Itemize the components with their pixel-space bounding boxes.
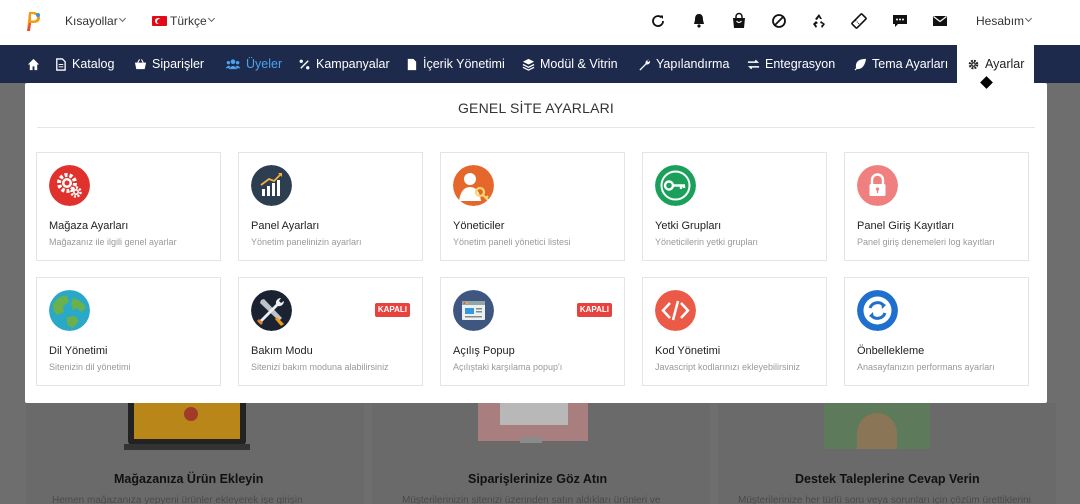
- card-description: Mağazanız ile ilgili genel ayarlar: [49, 237, 177, 247]
- background-card-desc: Hemen mağazanıza yepyeni ürünler ekleyer…: [52, 495, 303, 504]
- nav-theme-settings[interactable]: Tema Ayarları: [854, 45, 948, 83]
- card-description: Yönetim panelinizin ayarları: [251, 237, 362, 247]
- card-description: Panel giriş denemeleri log kayıtları: [857, 237, 995, 247]
- nav-settings[interactable]: Ayarlar: [957, 45, 1035, 83]
- card-description: Sitenizin dil yönetimi: [49, 362, 131, 372]
- settings-card-permission-groups[interactable]: Yetki Grupları Yöneticilerin yetki grupl…: [642, 152, 827, 261]
- nav-module-showcase[interactable]: Modül & Vitrin: [522, 45, 618, 83]
- card-description: Yöneticilerin yetki grupları: [655, 237, 759, 247]
- admin-key-icon: [453, 165, 494, 206]
- card-description: Javascript kodlarınızı ekleyebilirsiniz: [655, 362, 801, 372]
- card-title: Mağaza Ayarları: [49, 220, 129, 232]
- gear-icon: [968, 59, 979, 69]
- card-description: Anasayfanızın performans ayarları: [857, 362, 995, 372]
- recycle-icon[interactable]: [810, 12, 828, 30]
- nav-campaigns[interactable]: Kampanyalar: [298, 45, 390, 83]
- key-icon: [655, 165, 696, 206]
- settings-card-admins[interactable]: Yöneticiler Yönetim paneli yönetici list…: [440, 152, 625, 261]
- status-badge: KAPALI: [374, 303, 410, 317]
- lock-icon: [857, 165, 898, 206]
- account-menu[interactable]: Hesabım: [976, 14, 1024, 28]
- refresh-icon[interactable]: [649, 12, 667, 30]
- card-description: Sitenizi bakım moduna alabilirsiniz: [251, 362, 389, 372]
- chart-icon: [251, 165, 292, 206]
- chevron-down-icon: [1024, 14, 1033, 23]
- file-icon: [56, 57, 66, 71]
- settings-card-opening-popup[interactable]: KAPALI Açılış Popup Açılıştaki karşılama…: [440, 277, 625, 386]
- divider: [37, 127, 1035, 128]
- card-description: Açılıştaki karşılama popup'ı: [453, 362, 563, 372]
- card-description: Yönetim paneli yönetici listesi: [453, 237, 571, 247]
- settings-card-maintenance[interactable]: KAPALI Bakım Modu Sitenizi bakım moduna …: [238, 277, 423, 386]
- ban-icon[interactable]: [770, 12, 788, 30]
- card-title: Bakım Modu: [251, 345, 313, 357]
- nav-catalog[interactable]: Katalog: [54, 45, 114, 83]
- nav-members[interactable]: Üyeler: [225, 45, 282, 83]
- basket-icon: [134, 58, 147, 69]
- card-title: Panel Ayarları: [251, 220, 320, 232]
- brand-logo-icon[interactable]: [26, 10, 42, 32]
- globe-icon: [49, 290, 90, 331]
- general-settings-panel: GENEL SİTE AYARLARI Mağaza Ayarları Mağa…: [25, 83, 1047, 403]
- home-icon: [27, 58, 40, 70]
- bell-icon[interactable]: [690, 12, 708, 30]
- background-card-desc: Müşterilerinize her türlü soru veya soru…: [738, 495, 1031, 504]
- nav-integration[interactable]: Entegrasyon: [747, 45, 835, 83]
- exchange-icon: [747, 59, 760, 69]
- sync-icon: [857, 290, 898, 331]
- users-icon: [225, 58, 241, 69]
- background-card-desc: Müşterilerinizin sitenizi üzerinden satı…: [402, 495, 661, 504]
- background-card-title: Siparişlerinize Göz Atın: [468, 472, 608, 486]
- card-title: Yetki Grupları: [655, 220, 722, 232]
- nav-orders[interactable]: Siparişler: [134, 45, 204, 83]
- nav-configuration[interactable]: Yapılandırma: [638, 45, 729, 83]
- tools-icon: [251, 290, 292, 331]
- gears-icon: [49, 165, 90, 206]
- top-bar: Kısayollar Türkçe Hesabım: [0, 0, 1080, 45]
- leaf-icon: [854, 58, 867, 70]
- settings-card-code-management[interactable]: Kod Yönetimi Javascript kodlarınızı ekle…: [642, 277, 827, 386]
- ticket-icon[interactable]: [850, 12, 868, 30]
- code-icon: [655, 290, 696, 331]
- document-icon: [407, 58, 417, 70]
- panel-title: GENEL SİTE AYARLARI: [457, 100, 615, 116]
- settings-card-store[interactable]: Mağaza Ayarları Mağazanız ile ilgili gen…: [36, 152, 221, 261]
- card-title: Yöneticiler: [453, 220, 505, 232]
- settings-card-login-logs[interactable]: Panel Giriş Kayıtları Panel giriş deneme…: [844, 152, 1029, 261]
- nav-home[interactable]: [27, 45, 40, 83]
- language-selector[interactable]: Türkçe: [170, 14, 207, 28]
- card-title: Panel Giriş Kayıtları: [857, 220, 955, 232]
- chevron-down-icon: [207, 14, 216, 23]
- chat-icon[interactable]: [891, 12, 909, 30]
- layers-icon: [522, 58, 535, 71]
- main-navigation: Katalog Siparişler Üyeler Kampanyalar İç…: [0, 45, 1080, 83]
- status-badge: KAPALI: [576, 303, 612, 317]
- monitor-illustration: [128, 403, 246, 445]
- settings-card-language[interactable]: Dil Yönetimi Sitenizin dil yönetimi: [36, 277, 221, 386]
- support-illustration: [824, 403, 930, 449]
- turkish-flag-icon: [152, 16, 167, 26]
- background-card-title: Destek Taleplerine Cevap Verin: [795, 472, 980, 486]
- percent-icon: [299, 59, 310, 69]
- settings-card-caching[interactable]: Önbellekleme Anasayfanızın performans ay…: [844, 277, 1029, 386]
- wrench-icon: [639, 59, 651, 71]
- orders-illustration: [478, 403, 588, 441]
- mail-icon[interactable]: [931, 12, 949, 30]
- card-title: Dil Yönetimi: [49, 345, 108, 357]
- background-card-title: Mağazanıza Ürün Ekleyin: [114, 472, 264, 486]
- card-title: Açılış Popup: [453, 345, 515, 357]
- shortcuts-menu[interactable]: Kısayollar: [65, 14, 118, 28]
- shopping-bag-icon[interactable]: [730, 12, 748, 30]
- nav-content-management[interactable]: İçerik Yönetimi: [405, 45, 505, 83]
- chevron-down-icon: [118, 14, 127, 23]
- card-title: Önbellekleme: [857, 345, 925, 357]
- card-title: Kod Yönetimi: [655, 345, 721, 357]
- window-icon: [453, 290, 494, 331]
- settings-card-panel[interactable]: Panel Ayarları Yönetim panelinizin ayarl…: [238, 152, 423, 261]
